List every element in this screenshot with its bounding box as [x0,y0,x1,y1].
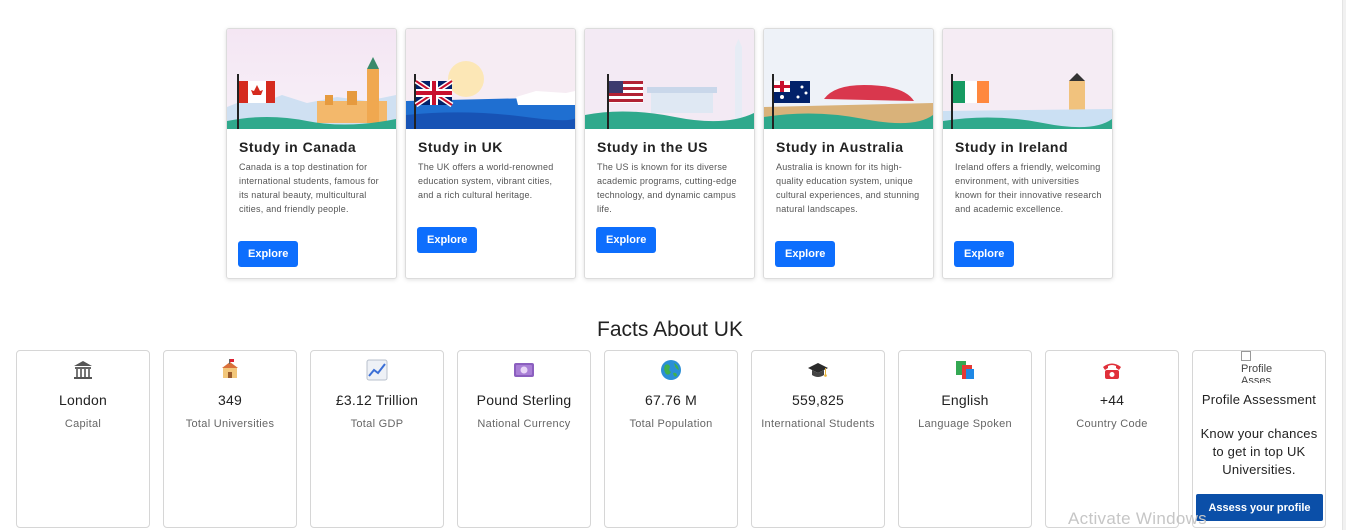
card-description: Australia is known for its high-quality … [776,162,920,214]
windows-activation-watermark: Activate Windows [1068,509,1207,528]
card-description: The UK offers a world-renowned education… [418,162,554,200]
profile-assessment-image: Profile Asses [1241,351,1281,383]
card-title: Study in Australia [776,139,904,155]
ireland-banner-illustration [943,29,1112,129]
fact-card-universities: 349 Total Universities [163,350,297,528]
fact-card-capital: London Capital [16,350,150,528]
fact-label: Total GDP [350,418,404,430]
fact-card-population: 67.76 M Total Population [604,350,738,528]
fact-card-international-students: 559,825 International Students [751,350,885,528]
assess-profile-button[interactable]: Assess your profile [1196,494,1323,521]
assessment-title: Profile Assessment [1201,392,1317,407]
explore-uk-button[interactable]: Explore [417,227,478,253]
fact-value: £3.12 Trillion [335,392,419,408]
fact-label: Total Universities [185,418,275,430]
graduation-cap-icon [808,363,828,377]
facts-row: London Capital 349 Total Universities £3… [16,350,1326,528]
assessment-text: Know your chances to get in top UK Unive… [1200,426,1318,477]
card-description: The US is known for its diverse academic… [597,162,737,214]
country-card-canada: Study in Canada Canada is a top destinat… [226,28,397,279]
card-title: Study in Ireland [955,139,1069,155]
profile-assessment-card: Profile Asses Profile Assessment Know yo… [1192,350,1326,528]
fact-card-gdp: £3.12 Trillion Total GDP [310,350,444,528]
fact-value: 67.76 M [645,392,697,408]
fact-value: Pound Sterling [476,392,572,408]
uk-banner-illustration [406,29,575,129]
country-card-ireland: Study in Ireland Ireland offers a friend… [942,28,1113,279]
language-books-icon [956,361,974,379]
fact-value: English [941,392,989,408]
fact-label: National Currency [477,418,571,430]
us-banner-illustration [585,29,754,129]
australia-banner-illustration [764,29,933,129]
fact-label: Language Spoken [918,418,1012,430]
school-icon [222,359,238,378]
fact-value: London [59,392,107,408]
country-cards: Study in Canada Canada is a top destinat… [226,28,1113,279]
explore-australia-button[interactable]: Explore [775,241,836,267]
fact-value: +44 [1099,392,1125,408]
chart-increasing-icon [366,359,388,381]
image-alt-text: Profile Asses [1241,363,1273,383]
fact-value: 559,825 [791,392,844,408]
canada-flag [239,81,275,103]
fact-value: 349 [218,392,242,408]
explore-us-button[interactable]: Explore [596,227,657,253]
canada-banner-illustration [227,29,396,129]
fact-card-country-code: +44 Country Code [1045,350,1179,528]
card-title: Study in the US [597,139,708,155]
card-title: Study in Canada [239,139,357,155]
fact-label: International Students [761,418,875,430]
pound-banknote-icon [514,363,534,377]
card-description: Ireland offers a friendly, welcoming env… [955,162,1102,214]
explore-canada-button[interactable]: Explore [238,241,299,267]
fact-label: Country Code [1076,418,1148,430]
fact-label: Capital [64,418,102,430]
fact-label: Total Population [629,418,713,430]
globe-icon [661,360,681,380]
facts-heading: Facts About UK [597,318,743,341]
page-scrollbar[interactable] [1342,0,1346,530]
explore-ireland-button[interactable]: Explore [954,241,1015,267]
country-card-australia: Study in Australia Australia is known fo… [763,28,934,279]
broken-image-icon [1241,351,1251,361]
fact-card-currency: Pound Sterling National Currency [457,350,591,528]
card-title: Study in UK [418,139,503,155]
uk-flag [414,78,454,108]
ireland-flag [953,81,989,103]
country-card-uk: Study in UK The UK offers a world-renown… [405,28,576,279]
fact-card-language: English Language Spoken [898,350,1032,528]
card-description: Canada is a top destination for internat… [239,162,379,214]
us-flag [609,81,643,103]
classical-building-icon [74,361,92,379]
telephone-icon [1103,363,1121,379]
country-card-us: Study in the US The US is known for its … [584,28,755,279]
australia-flag [774,81,810,103]
